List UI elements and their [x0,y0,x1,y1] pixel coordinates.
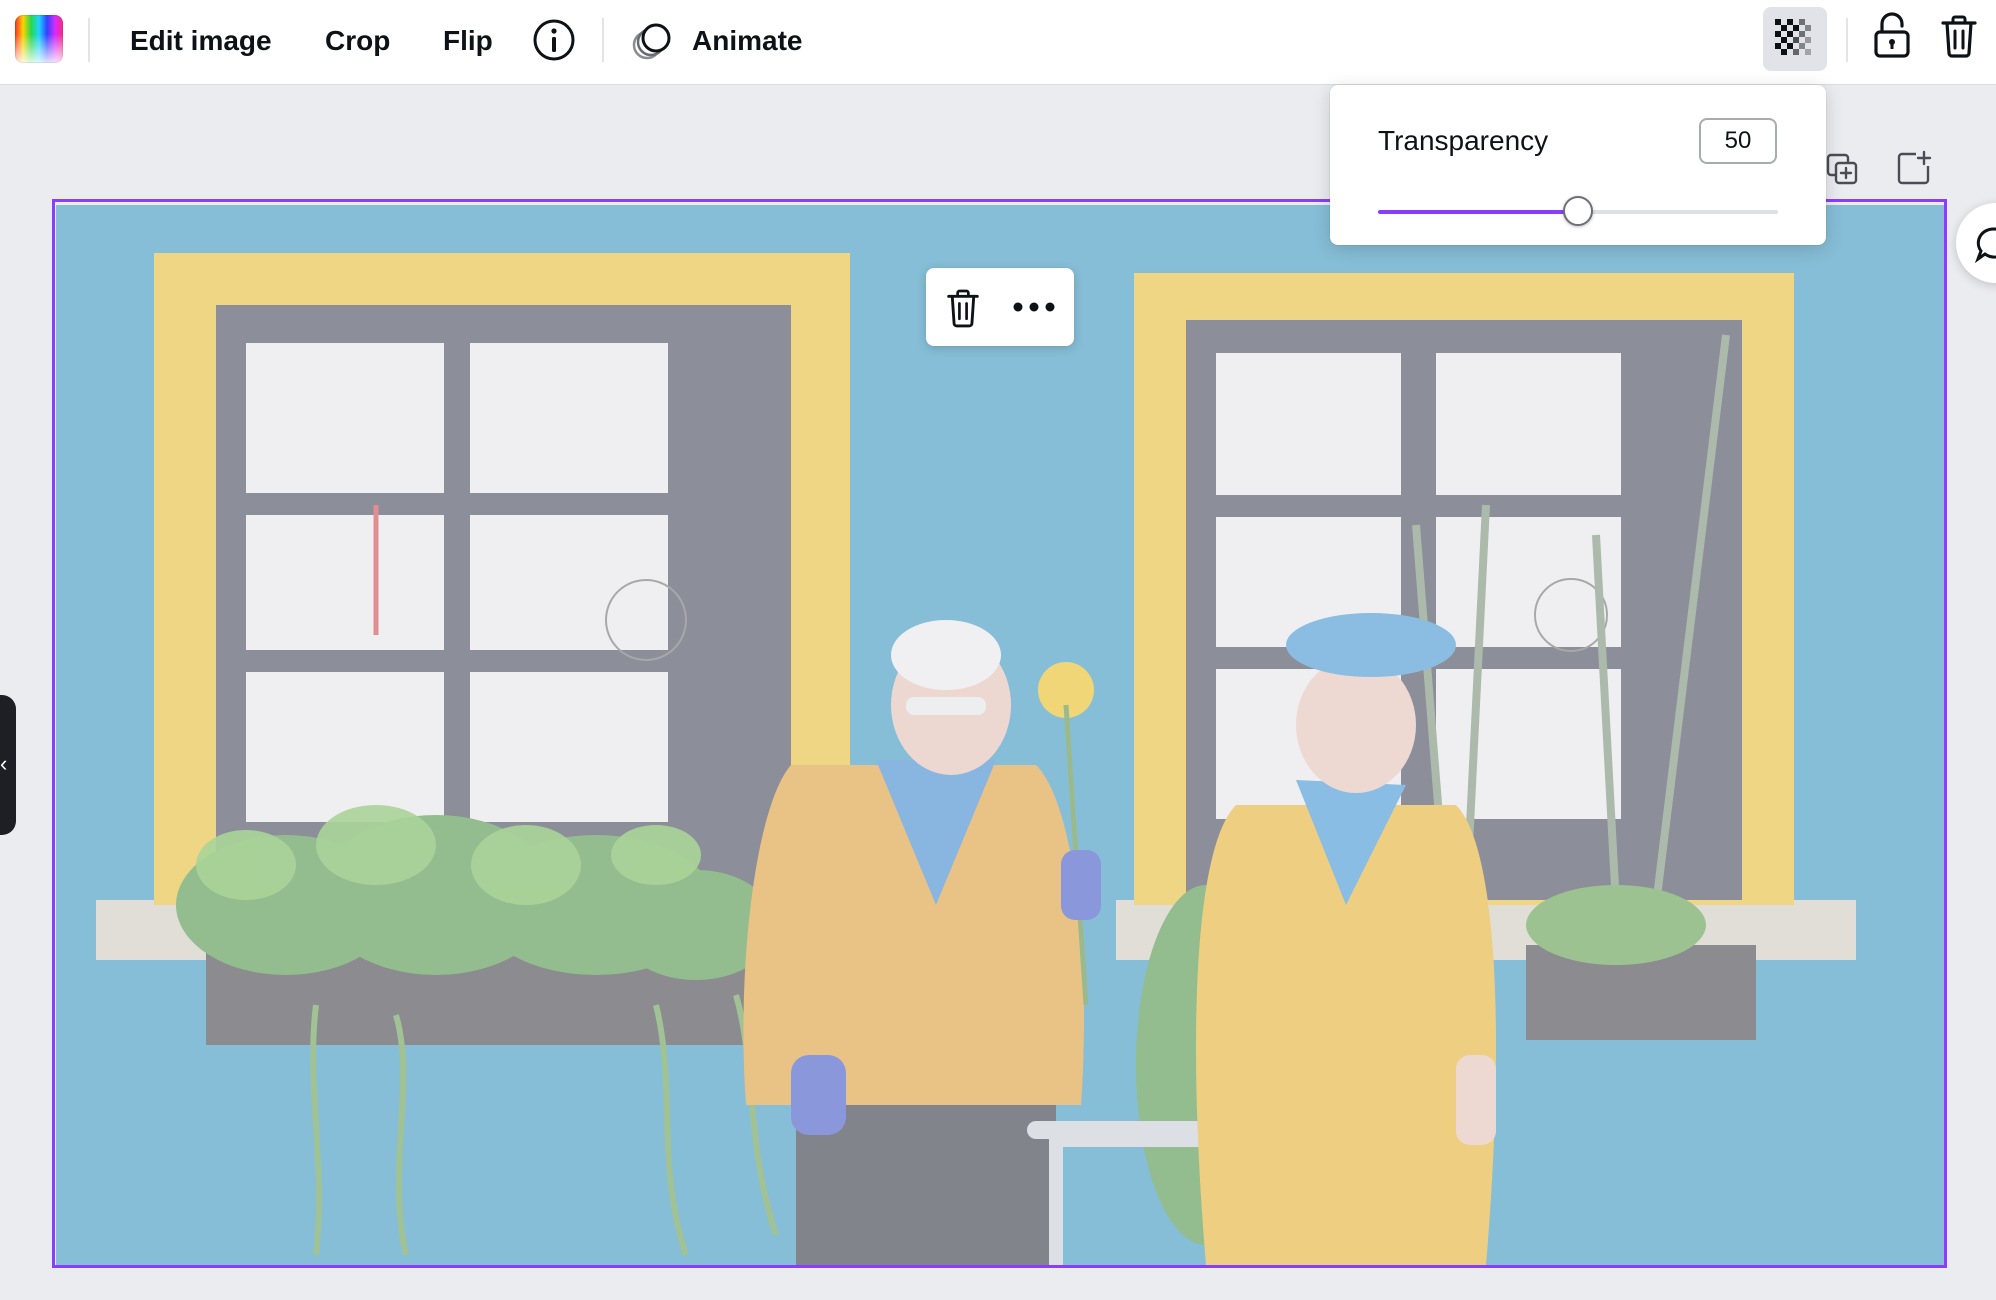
side-panel-toggle[interactable]: ‹ [0,695,16,835]
chevron-left-icon: ‹ [0,751,8,776]
transparency-value-input[interactable]: 50 [1699,118,1777,164]
transparency-slider[interactable] [1378,193,1778,233]
animate-icon[interactable] [630,18,676,64]
crop-button[interactable]: Crop [325,17,390,65]
context-delete-icon[interactable] [946,288,980,328]
comment-icon [1974,227,1996,264]
duplicate-page-icon[interactable] [1826,153,1860,187]
comment-button[interactable] [1956,203,1996,283]
slider-fill [1378,210,1578,214]
more-dots-icon[interactable] [1012,298,1056,316]
delete-element-icon[interactable] [1940,14,1978,58]
animate-button[interactable]: Animate [692,17,802,65]
toolbar-divider [602,18,604,62]
photo-elderly-couple-illustration [56,205,1946,1265]
top-toolbar: Edit image Crop Flip Animate [0,0,1996,85]
toolbar-divider [88,18,90,62]
edit-image-button[interactable]: Edit image [130,17,272,65]
info-icon[interactable] [532,18,576,62]
transparency-popover: Transparency 50 [1330,85,1826,245]
add-page-icon[interactable] [1896,150,1932,186]
slider-thumb[interactable] [1563,196,1593,226]
toolbar-divider [1846,18,1848,62]
color-picker-swatch[interactable] [15,15,63,63]
flip-button[interactable]: Flip [443,17,493,65]
element-context-menu [926,268,1074,346]
transparency-label: Transparency [1378,125,1549,156]
unlock-icon[interactable] [1872,12,1912,60]
canvas-image[interactable] [56,205,1946,1265]
transparency-checker-icon [1775,19,1811,55]
transparency-button[interactable] [1763,7,1827,71]
